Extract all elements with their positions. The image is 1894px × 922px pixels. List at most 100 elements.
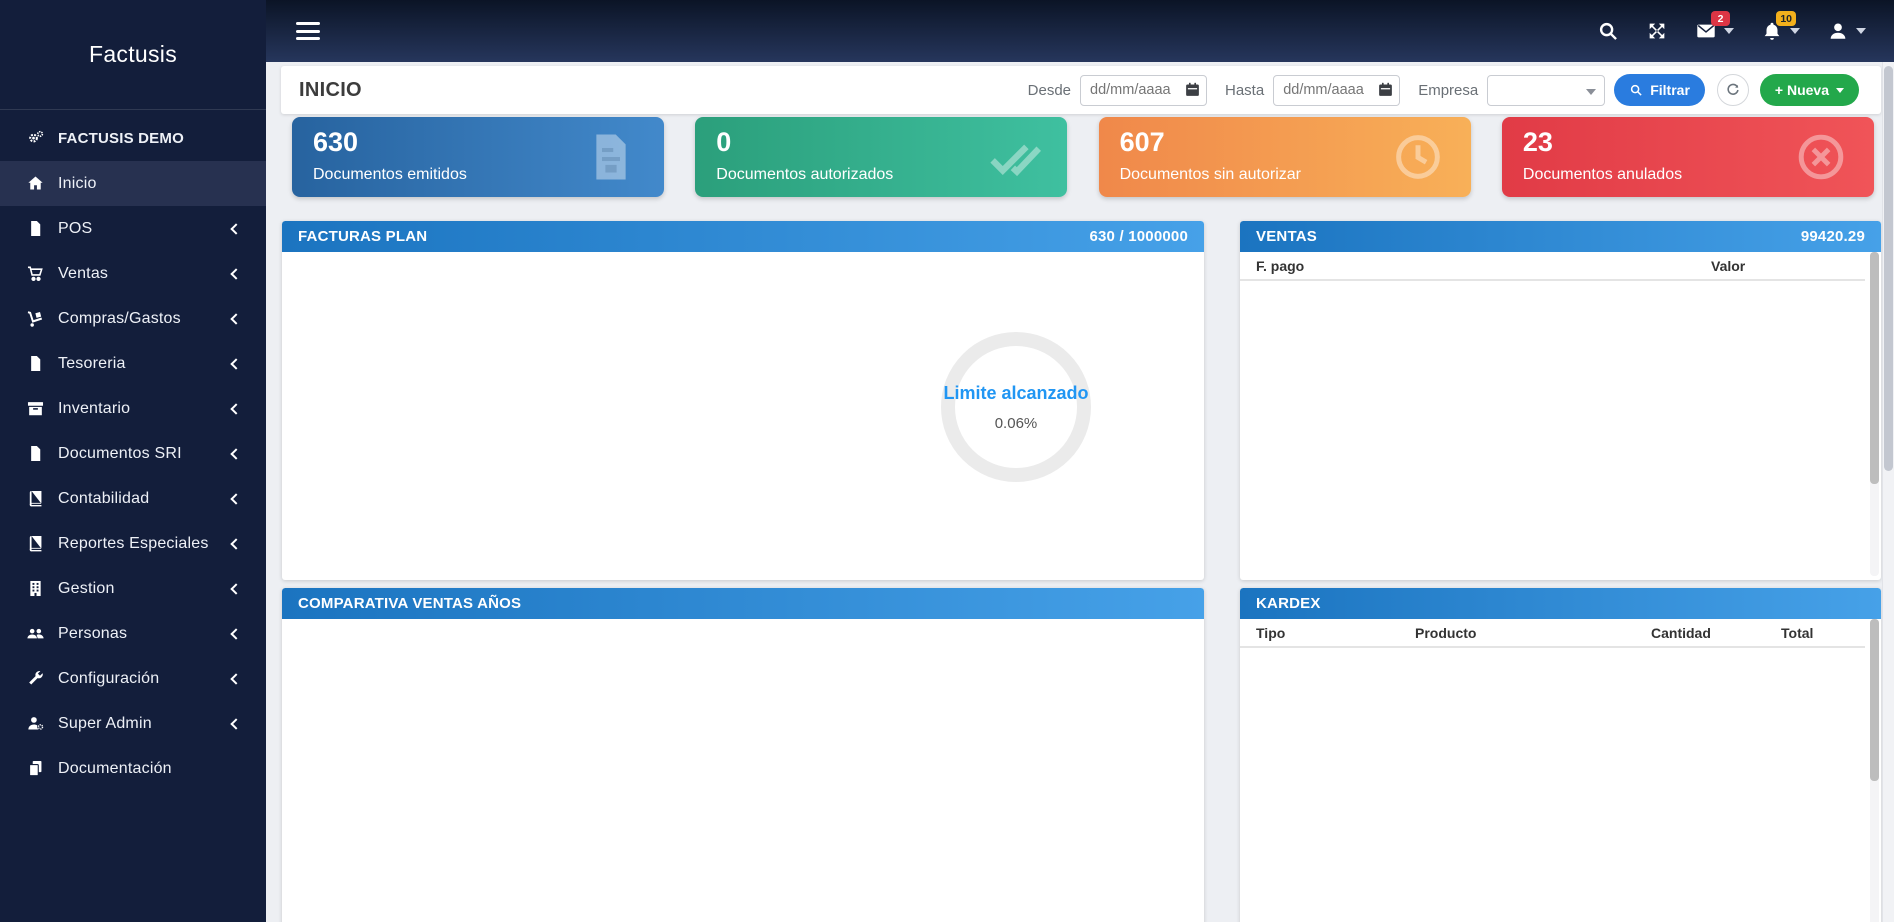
refresh-button[interactable] bbox=[1717, 74, 1749, 106]
column-header: Tipo bbox=[1256, 625, 1285, 641]
kardex-table-head: Tipo Producto Cantidad Total bbox=[1240, 619, 1865, 648]
sidebar-item-contabilidad[interactable]: Contabilidad bbox=[0, 476, 266, 521]
sidebar-item-label: Documentación bbox=[58, 760, 172, 778]
stat-card-documentos-emitidos: 630 Documentos emitidos bbox=[292, 117, 664, 197]
kardex-title: KARDEX bbox=[1256, 595, 1321, 612]
building-icon bbox=[26, 579, 45, 598]
sidebar-item-configuraci-n[interactable]: Configuración bbox=[0, 656, 266, 701]
empresa-select[interactable] bbox=[1487, 75, 1605, 106]
notifications-badge: 10 bbox=[1776, 11, 1796, 26]
facturas-plan-chart: Limite alcanzado 0.06% bbox=[282, 252, 1204, 580]
column-header: Total bbox=[1781, 625, 1813, 641]
window-scrollbar-thumb[interactable] bbox=[1884, 66, 1893, 471]
sidebar-item-label: Configuración bbox=[58, 670, 159, 688]
filtrar-button[interactable]: Filtrar bbox=[1614, 74, 1705, 106]
kardex-scrollbar-thumb[interactable] bbox=[1870, 619, 1879, 781]
facturas-plan-panel: FACTURAS PLAN 630 / 1000000 Limite alcan… bbox=[282, 221, 1204, 580]
chevron-left-icon bbox=[230, 538, 241, 549]
sidebar-item-compras-gastos[interactable]: Compras/Gastos bbox=[0, 296, 266, 341]
cart-icon bbox=[26, 264, 45, 283]
sidebar-item-label: Gestion bbox=[58, 580, 115, 598]
sidebar-item-ventas[interactable]: Ventas bbox=[0, 251, 266, 296]
nueva-button[interactable]: + Nueva bbox=[1760, 74, 1859, 106]
sidebar-item-label: Super Admin bbox=[58, 715, 152, 733]
empresa-label: Empresa bbox=[1418, 82, 1478, 99]
ventas-table: F. pago Valor bbox=[1240, 252, 1881, 580]
filter-bar: Desde Hasta Empresa Filtrar + Nueva bbox=[1019, 74, 1881, 106]
topbar: 2 10 bbox=[266, 0, 1894, 62]
sidebar-item-documentos-sri[interactable]: Documentos SRI bbox=[0, 431, 266, 476]
gears-icon bbox=[26, 129, 45, 148]
facturas-plan-badge: 630 / 1000000 bbox=[1089, 228, 1188, 245]
circle-x-icon bbox=[1794, 130, 1848, 184]
ventas-table-head: F. pago Valor bbox=[1240, 252, 1865, 281]
sidebar-item-gestion[interactable]: Gestion bbox=[0, 566, 266, 611]
sidebar-item-reportes-especiales[interactable]: Reportes Especiales bbox=[0, 521, 266, 566]
stat-card-value: 607 bbox=[1120, 127, 1165, 158]
chevron-left-icon bbox=[230, 673, 241, 684]
stat-card-label: Documentos anulados bbox=[1523, 166, 1682, 184]
ventas-scrollbar-thumb[interactable] bbox=[1870, 252, 1879, 484]
user-cog-icon bbox=[26, 714, 45, 733]
sidebar-item-inventario[interactable]: Inventario bbox=[0, 386, 266, 431]
sidebar-item-factusis-demo[interactable]: FACTUSIS DEMO bbox=[0, 116, 266, 161]
brand-logo: Factusis bbox=[0, 0, 266, 110]
stat-card-label: Documentos emitidos bbox=[313, 166, 467, 184]
sidebar-menu: FACTUSIS DEMO Inicio POS Ventas Compras/Gast… bbox=[0, 110, 266, 791]
stat-card-value: 630 bbox=[313, 127, 358, 158]
facturas-plan-header: FACTURAS PLAN 630 / 1000000 bbox=[282, 221, 1204, 252]
sidebar-item-label: POS bbox=[58, 220, 92, 238]
fullscreen-icon[interactable] bbox=[1646, 20, 1668, 42]
kardex-table: Tipo Producto Cantidad Total bbox=[1240, 619, 1881, 922]
chevron-left-icon bbox=[230, 448, 241, 459]
comparativa-header: COMPARATIVA VENTAS AÑOS bbox=[282, 588, 1204, 619]
sidebar-item-label: FACTUSIS DEMO bbox=[58, 130, 184, 147]
file-icon bbox=[26, 444, 45, 463]
notifications-menu[interactable]: 10 bbox=[1761, 20, 1800, 42]
chevron-left-icon bbox=[230, 403, 241, 414]
sidebar-item-label: Tesoreria bbox=[58, 355, 126, 373]
desde-date-input[interactable] bbox=[1080, 75, 1207, 106]
hamburger-menu-icon[interactable] bbox=[296, 22, 320, 40]
sidebar-item-personas[interactable]: Personas bbox=[0, 611, 266, 656]
ventas-header: VENTAS 99420.29 bbox=[1240, 221, 1881, 252]
chevron-left-icon bbox=[230, 268, 241, 279]
sidebar-item-label: Compras/Gastos bbox=[58, 310, 181, 328]
dolly-icon bbox=[26, 309, 45, 328]
messages-badge: 2 bbox=[1711, 11, 1730, 26]
stat-card-label: Documentos autorizados bbox=[716, 166, 893, 184]
sidebar-item-tesoreria[interactable]: Tesoreria bbox=[0, 341, 266, 386]
sidebar-item-super-admin[interactable]: Super Admin bbox=[0, 701, 266, 746]
ventas-title: VENTAS bbox=[1256, 228, 1317, 245]
page-title: INICIO bbox=[299, 79, 362, 102]
column-header: F. pago bbox=[1256, 258, 1304, 274]
file-icon bbox=[26, 354, 45, 373]
sidebar-item-label: Documentos SRI bbox=[58, 445, 182, 463]
sidebar-item-pos[interactable]: POS bbox=[0, 206, 266, 251]
column-header: Valor bbox=[1711, 258, 1745, 274]
stat-card-value: 23 bbox=[1523, 127, 1553, 158]
messages-menu[interactable]: 2 bbox=[1695, 20, 1734, 42]
hasta-date-field bbox=[1273, 75, 1400, 106]
check-double-icon bbox=[987, 130, 1041, 184]
clock-icon bbox=[1391, 130, 1445, 184]
sidebar-item-documentaci-n[interactable]: Documentación bbox=[0, 746, 266, 791]
book-icon bbox=[26, 534, 45, 553]
sidebar-item-label: Inicio bbox=[58, 175, 97, 193]
user-menu[interactable] bbox=[1827, 20, 1866, 42]
envelope-icon: 2 bbox=[1695, 20, 1717, 42]
book-icon bbox=[26, 489, 45, 508]
column-header: Producto bbox=[1415, 625, 1476, 641]
caret-down-icon bbox=[1586, 89, 1596, 95]
sidebar-item-label: Inventario bbox=[58, 400, 130, 418]
caret-down-icon bbox=[1724, 28, 1734, 34]
hasta-label: Hasta bbox=[1225, 82, 1264, 99]
limit-gauge-label: Limite alcanzado bbox=[943, 383, 1088, 404]
facturas-plan-title: FACTURAS PLAN bbox=[298, 228, 427, 245]
hasta-date-input[interactable] bbox=[1273, 75, 1400, 106]
sidebar-item-inicio[interactable]: Inicio bbox=[0, 161, 266, 206]
search-icon[interactable] bbox=[1597, 20, 1619, 42]
refresh-icon bbox=[1725, 82, 1741, 98]
chevron-left-icon bbox=[230, 313, 241, 324]
stat-card-label: Documentos sin autorizar bbox=[1120, 166, 1301, 184]
